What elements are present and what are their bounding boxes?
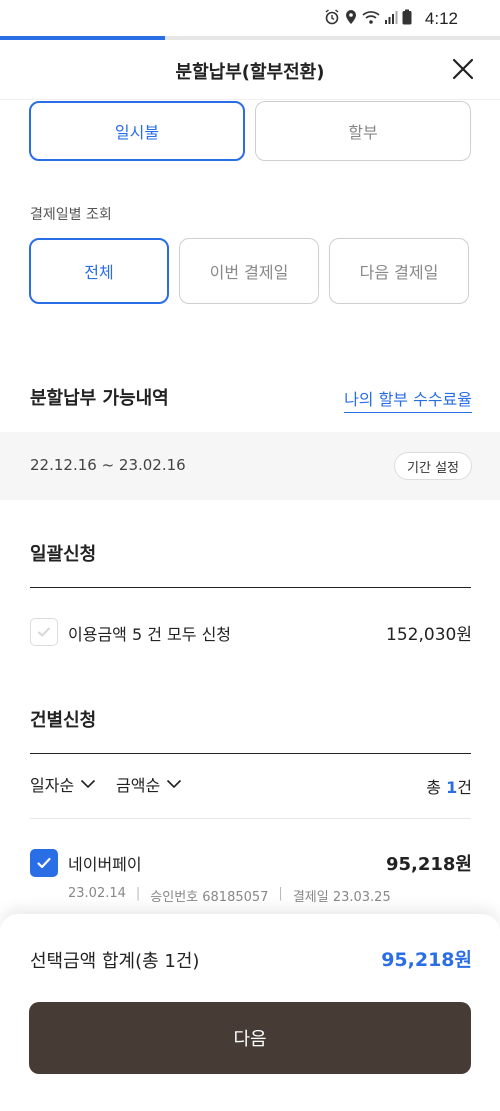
check-icon	[38, 627, 50, 637]
page-title: 분할납부(할부전환)	[175, 62, 325, 83]
close-icon	[452, 58, 474, 80]
header: 분할납부(할부전환)	[0, 40, 500, 100]
sort-by-amount-button[interactable]: 금액순	[116, 772, 182, 796]
separator: |	[135, 886, 141, 901]
item-count-value: 1	[446, 778, 458, 797]
toggle-installment[interactable]: 할부	[255, 101, 471, 161]
chevron-down-icon	[81, 779, 96, 789]
alarm-icon	[324, 9, 340, 29]
sort-by-date-button[interactable]: 일자순	[30, 772, 96, 796]
next-button[interactable]: 다음	[29, 1002, 471, 1074]
item-approval: 승인번호 68185057	[150, 890, 269, 905]
check-icon	[37, 857, 51, 869]
filter-all[interactable]: 전체	[29, 238, 169, 304]
bulk-row-label: 이용금액 5 건 모두 신청	[68, 625, 232, 644]
chevron-down-icon	[167, 779, 182, 789]
bulk-row-amount: 152,030원	[386, 625, 472, 645]
item-date: 23.02.14	[68, 886, 126, 901]
wifi-icon	[362, 9, 380, 29]
separator: |	[278, 886, 283, 901]
summary-label: 선택금액 합계(총 1건)	[30, 951, 200, 972]
sort-date-label: 일자순	[30, 776, 75, 795]
item-count-suffix: 건	[457, 778, 472, 797]
period-setting-button[interactable]: 기간 설정	[394, 452, 472, 480]
location-icon	[344, 9, 358, 29]
bottom-summary-sheet: 선택금액 합계(총 1건) 95,218원 다음	[0, 914, 500, 1111]
item-payment-date: 결제일 23.03.25	[292, 890, 391, 905]
toggle-lump-sum[interactable]: 일시불	[29, 101, 245, 161]
status-bar: 4:12	[0, 0, 500, 36]
item-checkbox[interactable]	[30, 849, 58, 877]
signal-icon	[384, 9, 398, 29]
individual-title: 건별신청	[30, 710, 97, 731]
summary-value: 95,218원	[381, 949, 472, 971]
status-icons	[324, 9, 412, 29]
battery-icon	[402, 9, 412, 29]
date-filter-label: 결제일별 조회	[30, 207, 112, 223]
period-bar: 22.12.16 ~ 23.02.16 기간 설정	[0, 432, 500, 500]
sort-amount-label: 금액순	[116, 776, 161, 795]
fee-rate-link[interactable]: 나의 할부 수수료율	[344, 386, 472, 413]
divider	[30, 818, 471, 819]
filter-this-payment-date[interactable]: 이번 결제일	[179, 238, 319, 304]
divider	[30, 587, 471, 588]
item-amount: 95,218원	[385, 854, 472, 875]
status-time: 4:12	[424, 9, 458, 28]
item-count: 총 1건	[426, 774, 472, 798]
bulk-checkbox[interactable]	[30, 618, 58, 646]
eligible-title: 분할납부 가능내역	[30, 388, 169, 409]
item-meta: 23.02.14 | 승인번호 68185057 | 결제일 23.03.25	[68, 886, 391, 905]
bulk-title: 일괄신청	[30, 544, 97, 565]
item-merchant: 네이버페이	[68, 855, 142, 874]
item-count-prefix: 총	[426, 778, 442, 797]
filter-next-payment-date[interactable]: 다음 결제일	[329, 238, 469, 304]
period-range: 22.12.16 ~ 23.02.16	[30, 456, 186, 474]
divider	[30, 753, 471, 754]
close-button[interactable]	[450, 56, 476, 82]
